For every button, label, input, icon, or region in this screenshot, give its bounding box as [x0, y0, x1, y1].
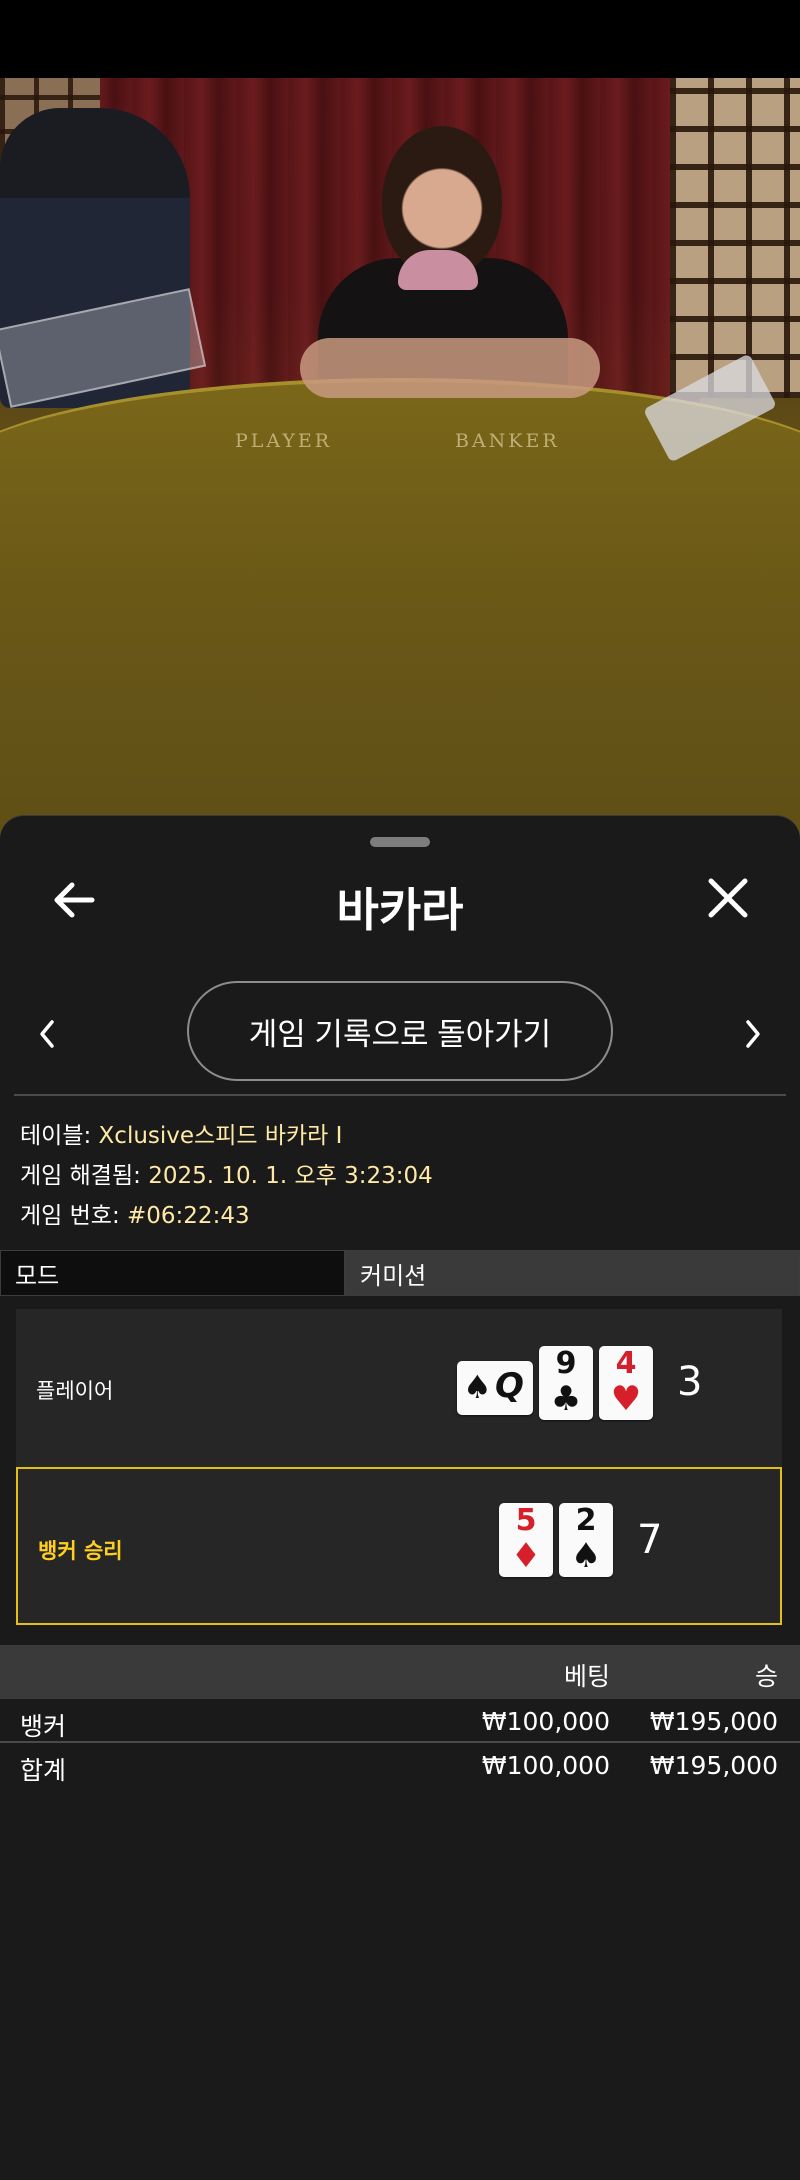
total-label: 합계 [20, 1756, 67, 1785]
back-to-history-button[interactable]: 게임 기록으로 돌아가기 [187, 981, 613, 1081]
banker-score: 7 [637, 1517, 663, 1563]
total-win-amount: ₩195,000 [649, 1751, 778, 1780]
table-info: 테이블: Xclusive스피드 바카라 I [20, 1116, 342, 1150]
mode-value: 커미션 [345, 1250, 800, 1296]
player-card-2-suit: ♣ [550, 1379, 582, 1419]
dealer-hands [300, 338, 600, 398]
banker-card-1-suit: ♦ [510, 1536, 542, 1576]
table-value: Xclusive스피드 바카라 I [98, 1123, 343, 1149]
table-row: 뱅커 ₩100,000 ₩195,000 [0, 1701, 800, 1743]
table-label: 테이블: [20, 1123, 92, 1149]
felt-banker-label: BANKER [455, 430, 560, 452]
resolved-label: 게임 해결됨: [20, 1163, 141, 1189]
player-card-2: 9 ♣ [539, 1346, 593, 1420]
banker-card-2-rank: 2 [575, 1503, 597, 1538]
mode-label: 모드 [0, 1250, 345, 1296]
page-title: 바카라 [336, 883, 464, 937]
bet-amount: ₩100,000 [481, 1707, 610, 1736]
win-amount: ₩195,000 [649, 1707, 778, 1736]
sheet-drag-handle[interactable] [370, 837, 430, 847]
lattice-screen-right [670, 78, 800, 398]
player-card-3: 4 ♥ [599, 1346, 653, 1420]
game-number-value: #06:22:43 [127, 1203, 250, 1229]
player-hand: 플레이어 ♠ Q 9 ♣ 4 ♥ 3 [16, 1309, 782, 1467]
game-number-info: 게임 번호: #06:22:43 [20, 1196, 250, 1230]
player-card-3-suit: ♥ [610, 1379, 642, 1419]
bet-name: 뱅커 [20, 1712, 67, 1741]
total-bet-amount: ₩100,000 [481, 1751, 610, 1780]
bets-table-header: 베팅 승 [0, 1645, 800, 1699]
game-details-sheet: 바카라 게임 기록으로 돌아가기 테이블: Xclusive스피드 바카라 I … [0, 815, 800, 2180]
banker-card-2: 2 ♠ [559, 1503, 613, 1577]
mode-row: 모드 커미션 [0, 1250, 800, 1296]
felt-player-label: PLAYER [235, 430, 333, 452]
banker-win-label: 뱅커 승리 [38, 1539, 123, 1563]
player-card-2-rank: 9 [555, 1346, 577, 1381]
banker-card-1: 5 ♦ [499, 1503, 553, 1577]
player-card-1: ♠ Q [457, 1361, 533, 1415]
player-hand-label: 플레이어 [36, 1379, 114, 1403]
player-card-1-rank: Q [495, 1366, 524, 1406]
banker-card-2-suit: ♠ [570, 1536, 602, 1576]
table-row-total: 합계 ₩100,000 ₩195,000 [0, 1745, 800, 1787]
banker-card-1-rank: 5 [515, 1503, 537, 1538]
next-game-chevron-icon[interactable] [740, 1014, 766, 1054]
previous-game-chevron-icon[interactable] [34, 1014, 60, 1054]
game-number-label: 게임 번호: [20, 1203, 120, 1229]
banker-hand: 뱅커 승리 5 ♦ 2 ♠ 7 [16, 1467, 782, 1625]
win-column-header: 승 [754, 1662, 778, 1691]
live-video-stream: PLAYER BANKER [0, 78, 800, 838]
status-bar [0, 0, 800, 78]
player-score: 3 [677, 1359, 703, 1405]
close-icon[interactable] [706, 876, 750, 920]
divider [14, 1094, 786, 1096]
resolved-info: 게임 해결됨: 2025. 10. 1. 오후 3:23:04 [20, 1156, 433, 1190]
player-card-1-suit: ♠ [463, 1368, 492, 1406]
resolved-value: 2025. 10. 1. 오후 3:23:04 [148, 1163, 433, 1189]
player-card-3-rank: 4 [615, 1346, 637, 1381]
bet-column-header: 베팅 [563, 1662, 610, 1691]
